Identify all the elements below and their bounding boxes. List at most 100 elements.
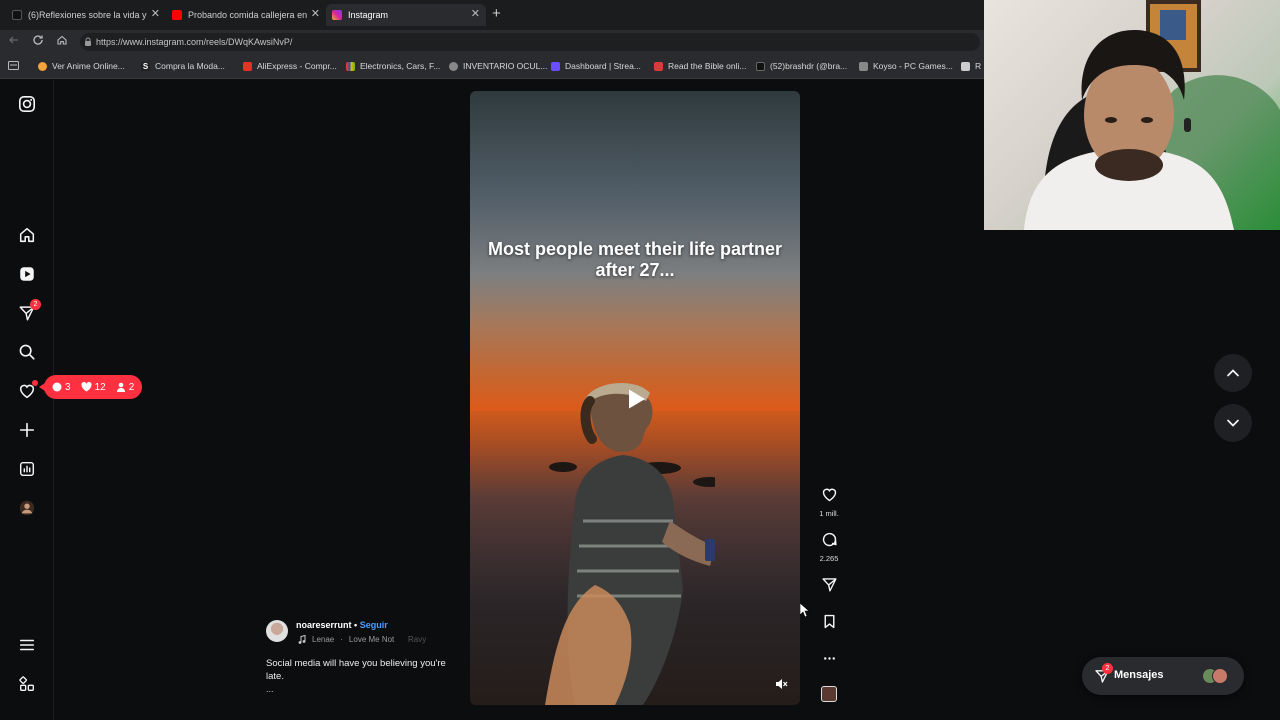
bookmark-favicon-icon	[859, 61, 868, 71]
tab-title: (6)Reflexiones sobre la vida y la vu	[28, 10, 148, 20]
muted-speaker-icon[interactable]	[774, 677, 788, 691]
bookmark-label: Read the Bible onli...	[668, 61, 747, 71]
reels-icon[interactable]	[17, 264, 37, 284]
music-note-icon	[298, 635, 306, 644]
separator-dot: •	[354, 620, 358, 630]
contact-avatar	[1212, 668, 1228, 684]
direct-messages-icon[interactable]: 2	[17, 299, 41, 323]
messages-label: Mensajes	[1114, 669, 1164, 681]
author-username[interactable]: noareserrunt	[296, 620, 352, 630]
comments-notification: 3	[52, 382, 71, 393]
audio-extra: Ravy	[408, 635, 427, 644]
bookmark-favicon-icon	[756, 61, 765, 71]
profile-avatar[interactable]	[17, 498, 37, 518]
author-line: noareserrunt • Seguir	[296, 620, 388, 630]
bookmark-label: INVENTARIO OCUL...	[463, 61, 548, 71]
tab-close-icon[interactable]: ✕	[151, 7, 160, 20]
activity-notification-pill[interactable]: 3 12 2	[38, 375, 143, 399]
chevron-up-icon	[1227, 369, 1239, 377]
previous-reel-button[interactable]	[1214, 354, 1252, 392]
bookmark-item[interactable]: S Compra la Moda...	[141, 61, 225, 71]
reel-audio[interactable]: Lenae · Love Me Not	[298, 635, 394, 644]
browser-tab[interactable]: (6)Reflexiones sobre la vida y la vu ✕	[6, 4, 166, 26]
share-paper-plane-icon	[821, 578, 837, 592]
home-browser-icon[interactable]	[56, 34, 68, 49]
bookmark-item[interactable]: (52)brashdr (@bra...	[756, 61, 847, 71]
follows-count: 2	[128, 381, 135, 393]
bookmark-favicon-icon	[346, 61, 355, 71]
youtube-favicon-icon	[172, 10, 182, 20]
more-dots-icon	[823, 657, 835, 660]
reel-description: Social media will have you believing you…	[266, 658, 446, 682]
comment-icon	[822, 532, 837, 547]
url-field[interactable]: https://www.instagram.com/reels/DWqKAwsi…	[80, 33, 980, 51]
new-tab-icon[interactable]: +	[492, 5, 501, 22]
bookmark-item[interactable]: Koyso - PC Games...	[859, 61, 953, 71]
bookmark-item[interactable]: INVENTARIO OCUL...	[449, 61, 547, 71]
share-button[interactable]	[815, 576, 843, 598]
bookmark-favicon-icon	[654, 61, 663, 71]
person-icon	[116, 382, 125, 392]
mouse-cursor	[800, 603, 810, 617]
reel-overlay-caption: Most people meet their life partner afte…	[487, 239, 783, 280]
create-plus-icon[interactable]	[17, 420, 37, 440]
bookmark-item[interactable]: Electronics, Cars, F...	[346, 61, 440, 71]
follows-notification: 2	[116, 381, 135, 393]
bookmark-icon	[824, 614, 834, 629]
bookmark-label: R	[975, 61, 982, 71]
reel-video[interactable]: Most people meet their life partner afte…	[470, 91, 800, 705]
notification-dot	[32, 380, 38, 386]
reload-icon[interactable]	[32, 34, 44, 49]
bookmark-item[interactable]: R	[961, 61, 981, 71]
bookmark-item[interactable]: Dashboard | Strea...	[551, 61, 641, 71]
next-reel-button[interactable]	[1214, 404, 1252, 442]
back-icon[interactable]	[8, 34, 20, 49]
likes-count: 1 mill.	[819, 509, 839, 518]
bookmark-item[interactable]: Ver Anime Online...	[38, 61, 125, 71]
also-from-meta-icon[interactable]	[17, 674, 37, 694]
description-more[interactable]: ...	[266, 684, 274, 694]
author-avatar[interactable]	[266, 620, 288, 642]
browser-tab-active[interactable]: Instagram ✕	[326, 4, 486, 26]
play-icon[interactable]	[621, 385, 649, 413]
bookmarks-menu-icon[interactable]	[8, 61, 19, 70]
comment-button[interactable]: 2.265	[815, 531, 843, 563]
bookmark-favicon-icon	[961, 61, 970, 71]
webcam-overlay	[984, 0, 1280, 230]
bookmark-item[interactable]: Read the Bible onli...	[654, 61, 746, 71]
bookmark-item[interactable]: AliExpress - Compr...	[243, 61, 337, 71]
tab-close-icon[interactable]: ✕	[311, 7, 320, 20]
bookmark-favicon-icon	[243, 61, 252, 71]
tab-close-icon[interactable]: ✕	[471, 7, 480, 20]
bookmark-label: Electronics, Cars, F...	[360, 61, 441, 71]
tab-title: Probando comida callejera en SRI	[188, 10, 308, 20]
browser-tab[interactable]: Probando comida callejera en SRI ✕	[166, 4, 326, 26]
bookmark-label: AliExpress - Compr...	[257, 61, 337, 71]
bookmark-favicon-icon: S	[141, 61, 150, 71]
home-icon[interactable]	[17, 225, 37, 245]
follow-button[interactable]: Seguir	[360, 620, 388, 630]
webcam-person	[1024, 0, 1280, 230]
site-info-icon[interactable]	[84, 33, 92, 54]
instagram-logo-icon[interactable]	[17, 94, 37, 114]
bookmark-label: Compra la Moda...	[155, 61, 225, 71]
save-button[interactable]	[815, 613, 843, 635]
instagram-favicon-icon	[332, 10, 342, 20]
messages-badge: 2	[1102, 663, 1113, 674]
audio-thumbnail[interactable]	[821, 686, 837, 702]
more-menu-icon[interactable]	[17, 635, 37, 655]
tab-title: Instagram	[348, 10, 389, 20]
url-text: https://www.instagram.com/reels/DWqKAwsi…	[96, 37, 293, 47]
heart-filled-icon	[81, 382, 92, 392]
like-button[interactable]: 1 mill.	[815, 486, 843, 518]
search-icon[interactable]	[17, 342, 37, 362]
more-options-button[interactable]	[815, 650, 843, 672]
bookmark-favicon-icon	[551, 61, 560, 71]
bookmark-label: Ver Anime Online...	[52, 61, 125, 71]
notifications-heart-icon[interactable]	[17, 380, 38, 401]
dashboard-icon[interactable]	[17, 459, 37, 479]
comments-count: 2.265	[819, 554, 839, 563]
messages-button[interactable]: 2 Mensajes	[1082, 657, 1244, 695]
reel-video-person	[545, 382, 715, 705]
likes-count: 12	[94, 381, 106, 393]
